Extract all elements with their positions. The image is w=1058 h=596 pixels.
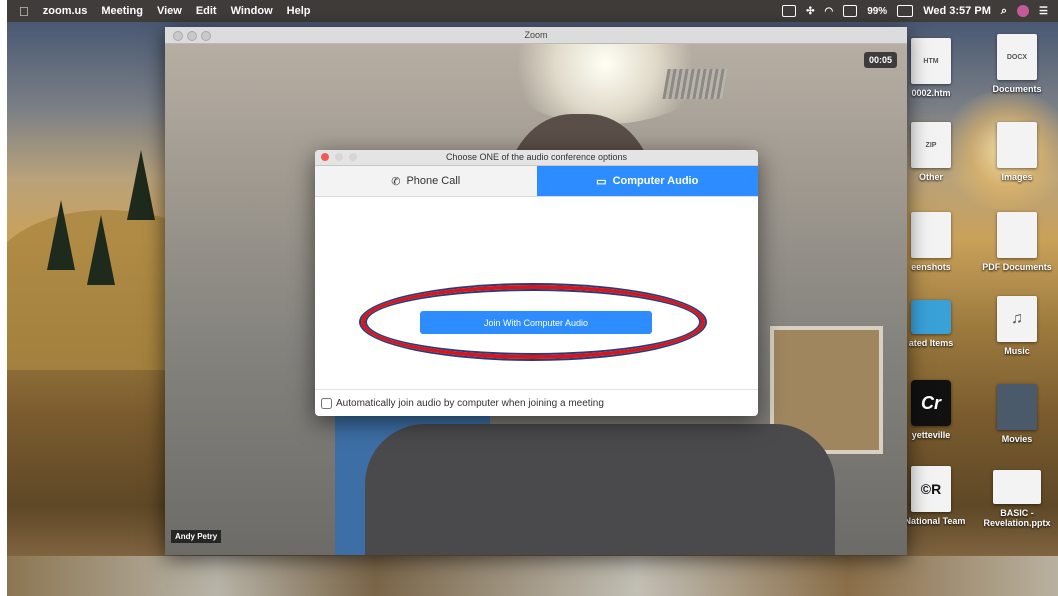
tree <box>127 150 155 220</box>
menu-meeting[interactable]: Meeting <box>101 5 143 17</box>
clock[interactable]: Wed 3:57 PM <box>923 5 991 17</box>
auto-join-audio-label[interactable]: Automatically join audio by computer whe… <box>336 398 604 409</box>
apple-icon[interactable]:  <box>19 4 29 19</box>
desktop-icon-label: Movies <box>1001 434 1033 444</box>
dialog-minimize-button <box>335 153 343 161</box>
dropbox-icon[interactable]: ✣ <box>806 6 814 17</box>
desktop-folder-movies[interactable]: Movies <box>982 384 1052 444</box>
music-icon: ♫ <box>997 296 1037 342</box>
desktop-icon-label: yetteville <box>911 430 951 440</box>
zip-file-icon: ZIP <box>911 122 951 168</box>
menu-view[interactable]: View <box>157 5 182 17</box>
zoom-window-title: Zoom <box>524 30 548 40</box>
desktop-icon-label: 0002.htm <box>911 88 951 98</box>
htm-file-icon: HTM <box>911 38 951 84</box>
ceiling-vent <box>662 69 728 99</box>
menu-bar:  zoom.us Meeting View Edit Window Help … <box>7 0 1058 22</box>
audio-tabs: ✆ Phone Call ▭ Computer Audio <box>315 166 758 197</box>
desktop-folder-music[interactable]: ♫ Music <box>982 296 1052 356</box>
battery-icon[interactable] <box>897 5 914 17</box>
copyright-logo-icon: ©R <box>911 466 951 512</box>
dialog-title-bar[interactable]: Choose ONE of the audio conference optio… <box>315 150 758 166</box>
zoom-status-icon[interactable] <box>782 5 797 17</box>
spotlight-search-icon[interactable]: ⌕ <box>1001 5 1007 18</box>
dialog-footer: Automatically join audio by computer whe… <box>315 389 758 416</box>
desktop-icon-label: Documents <box>992 84 1042 94</box>
desktop-folder-pdf-documents[interactable]: PDF Documents <box>982 212 1052 272</box>
tab-computer-audio-label: Computer Audio <box>612 175 699 187</box>
dialog-title: Choose ONE of the audio conference optio… <box>445 152 628 162</box>
participant-name-tag: Andy Petry <box>171 530 222 543</box>
tab-computer-audio[interactable]: ▭ Computer Audio <box>536 166 758 196</box>
phone-icon: ✆ <box>391 175 401 188</box>
battery-percent[interactable]: 99% <box>867 6 887 17</box>
zoom-title-bar[interactable]: Zoom <box>165 27 907 44</box>
audio-options-dialog: Choose ONE of the audio conference optio… <box>315 150 758 416</box>
laptop-icon: ▭ <box>596 175 607 188</box>
desktop-icon-label: BASIC - Revelation.pptx <box>983 508 1051 528</box>
menu-app-name[interactable]: zoom.us <box>43 5 88 17</box>
join-with-computer-audio-button[interactable]: Join With Computer Audio <box>420 311 652 334</box>
auto-join-audio-checkbox[interactable] <box>321 397 332 409</box>
airplay-icon[interactable] <box>843 5 858 17</box>
desktop-icon-label: Images <box>1001 172 1033 182</box>
desktop-icon-label: PDF Documents <box>982 262 1052 272</box>
tab-phone-call[interactable]: ✆ Phone Call <box>315 166 537 196</box>
desktop-icon-label: ated Items <box>908 338 954 348</box>
tree <box>87 215 115 285</box>
menu-help[interactable]: Help <box>287 5 311 17</box>
pptx-file-icon <box>993 470 1041 504</box>
desktop-folder-images[interactable]: Images <box>982 122 1052 182</box>
dialog-zoom-button <box>349 153 357 161</box>
tab-phone-call-label: Phone Call <box>406 175 461 187</box>
movies-icon <box>997 384 1037 430</box>
folder-icon <box>911 300 951 334</box>
tree <box>47 200 75 270</box>
dialog-body: Join With Computer Audio <box>315 197 758 387</box>
desktop-icon-label: eenshots <box>911 262 951 272</box>
docx-file-icon: DOCX <box>997 34 1037 80</box>
desktop-icon-label: Music <box>1004 346 1030 356</box>
snowy-ground <box>7 556 1058 596</box>
siri-icon[interactable] <box>1017 5 1030 17</box>
wifi-icon[interactable]: ◠ <box>824 6 833 17</box>
cr-logo-icon: Cr <box>911 380 951 426</box>
menu-window[interactable]: Window <box>231 5 273 17</box>
pdf-documents-icon <box>997 212 1037 258</box>
meeting-timer: 00:05 <box>863 52 897 68</box>
images-icon <box>997 122 1037 168</box>
menu-edit[interactable]: Edit <box>196 5 217 17</box>
status-area: ✣ ◠ 99% Wed 3:57 PM ⌕ ☰ <box>782 0 1048 22</box>
desktop-icon-label: Other <box>918 172 943 182</box>
participant-body <box>365 424 835 555</box>
screenshots-icon <box>911 212 951 258</box>
notification-center-icon[interactable]: ☰ <box>1039 6 1048 17</box>
desktop-file-basic-revelation[interactable]: BASIC - Revelation.pptx <box>982 470 1052 528</box>
dialog-close-button[interactable] <box>321 153 329 161</box>
desktop-folder-documents[interactable]: DOCX Documents <box>982 34 1052 94</box>
